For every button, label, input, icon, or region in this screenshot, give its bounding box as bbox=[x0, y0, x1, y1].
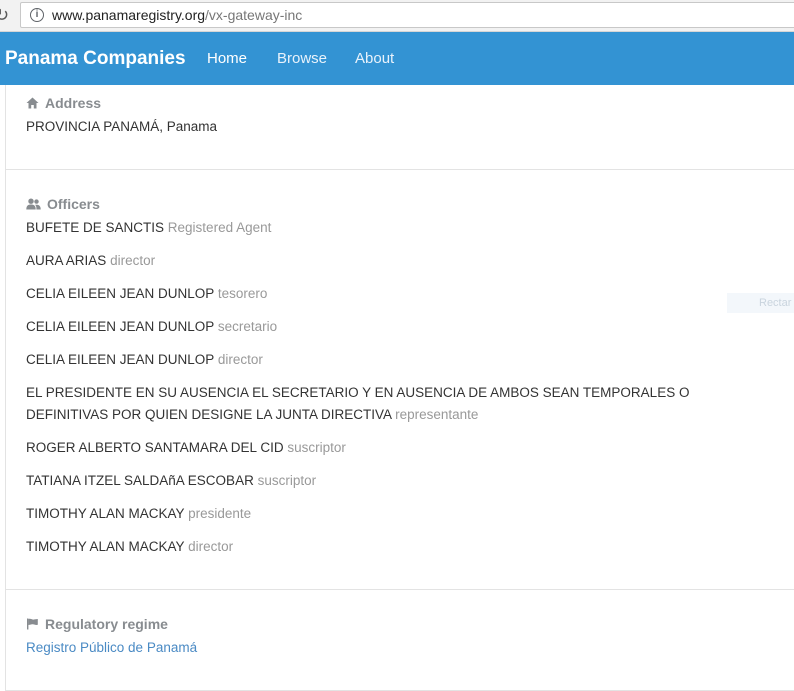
brand-link[interactable]: Panama Companies bbox=[5, 48, 186, 70]
officer-name: EL PRESIDENTE EN SU AUSENCIA EL SECRETAR… bbox=[26, 385, 690, 422]
officer-role: representante bbox=[395, 407, 479, 422]
officer-name: CELIA EILEEN JEAN DUNLOP bbox=[26, 286, 215, 301]
info-icon[interactable]: i bbox=[30, 8, 44, 22]
officer-name: TIMOTHY ALAN MACKAY bbox=[26, 506, 185, 521]
address-heading: Address bbox=[26, 95, 101, 111]
address-value: PROVINCIA PANAMÁ, Panama bbox=[26, 119, 218, 134]
navbar: Panama Companies Home Browse About bbox=[0, 32, 794, 85]
nav-home[interactable]: Home bbox=[207, 50, 247, 67]
officer-row: AURA ARIAS director bbox=[26, 250, 771, 272]
officer-name: TIMOTHY ALAN MACKAY bbox=[26, 539, 185, 554]
officer-role: secretario bbox=[217, 319, 278, 334]
officer-role: director bbox=[188, 539, 234, 554]
officer-row: EL PRESIDENTE EN SU AUSENCIA EL SECRETAR… bbox=[26, 382, 771, 426]
officer-row: TIMOTHY ALAN MACKAY director bbox=[26, 536, 771, 558]
officer-name: CELIA EILEEN JEAN DUNLOP bbox=[26, 319, 215, 334]
officer-row: CELIA EILEEN JEAN DUNLOP director bbox=[26, 349, 771, 371]
officer-name: AURA ARIAS bbox=[26, 253, 107, 268]
officer-role: suscriptor bbox=[287, 440, 346, 455]
officer-role: suscriptor bbox=[257, 473, 317, 488]
url-domain: www.panamaregistry.org bbox=[52, 7, 206, 23]
officer-name: CELIA EILEEN JEAN DUNLOP bbox=[26, 352, 215, 367]
company-details: Address PROVINCIA PANAMÁ, Panama Officer… bbox=[5, 85, 794, 691]
flag-icon bbox=[27, 618, 38, 630]
nav-about[interactable]: About bbox=[355, 50, 394, 67]
officer-row: CELIA EILEEN JEAN DUNLOP secretario bbox=[26, 316, 771, 338]
officer-role: director bbox=[110, 253, 156, 268]
officer-name: BUFETE DE SANCTIS bbox=[26, 220, 165, 235]
regulatory-heading: Regulatory regime bbox=[26, 616, 168, 632]
reload-icon[interactable]: ↻ bbox=[0, 4, 16, 26]
officer-name: ROGER ALBERTO SANTAMARA DEL CID bbox=[26, 440, 284, 455]
users-icon bbox=[26, 198, 41, 210]
address-heading-text: Address bbox=[45, 95, 102, 111]
home-icon bbox=[26, 97, 39, 109]
officer-role: Registered Agent bbox=[167, 220, 272, 235]
url-path: /vx-gateway-inc bbox=[205, 7, 303, 23]
url-field[interactable]: i www.panamaregistry.org/vx-gateway-inc bbox=[20, 2, 794, 28]
officer-row: ROGER ALBERTO SANTAMARA DEL CID suscript… bbox=[26, 437, 771, 459]
officer-row: CELIA EILEEN JEAN DUNLOP tesorero bbox=[26, 283, 771, 305]
officers-heading-text: Officers bbox=[47, 196, 100, 212]
divider bbox=[6, 169, 794, 170]
officer-role: director bbox=[217, 352, 263, 367]
officers-heading: Officers bbox=[26, 196, 100, 212]
browser-address-bar: ↻ i www.panamaregistry.org/vx-gateway-in… bbox=[0, 0, 794, 32]
officer-name: TATIANA ITZEL SALDAñA ESCOBAR bbox=[26, 473, 254, 488]
regulatory-link[interactable]: Registro Público de Panamá bbox=[26, 640, 197, 655]
url-text: www.panamaregistry.org/vx-gateway-inc bbox=[52, 7, 302, 23]
divider bbox=[6, 589, 794, 590]
regulatory-heading-text: Regulatory regime bbox=[45, 616, 168, 632]
nav-browse[interactable]: Browse bbox=[277, 50, 327, 67]
officer-row: TIMOTHY ALAN MACKAY presidente bbox=[26, 503, 771, 525]
officer-role: presidente bbox=[188, 506, 252, 521]
officer-row: BUFETE DE SANCTIS Registered Agent bbox=[26, 217, 771, 239]
ghost-overlay-label: Rectar bbox=[727, 293, 794, 313]
officer-role: tesorero bbox=[217, 286, 268, 301]
officer-row: TATIANA ITZEL SALDAñA ESCOBAR suscriptor bbox=[26, 470, 771, 492]
